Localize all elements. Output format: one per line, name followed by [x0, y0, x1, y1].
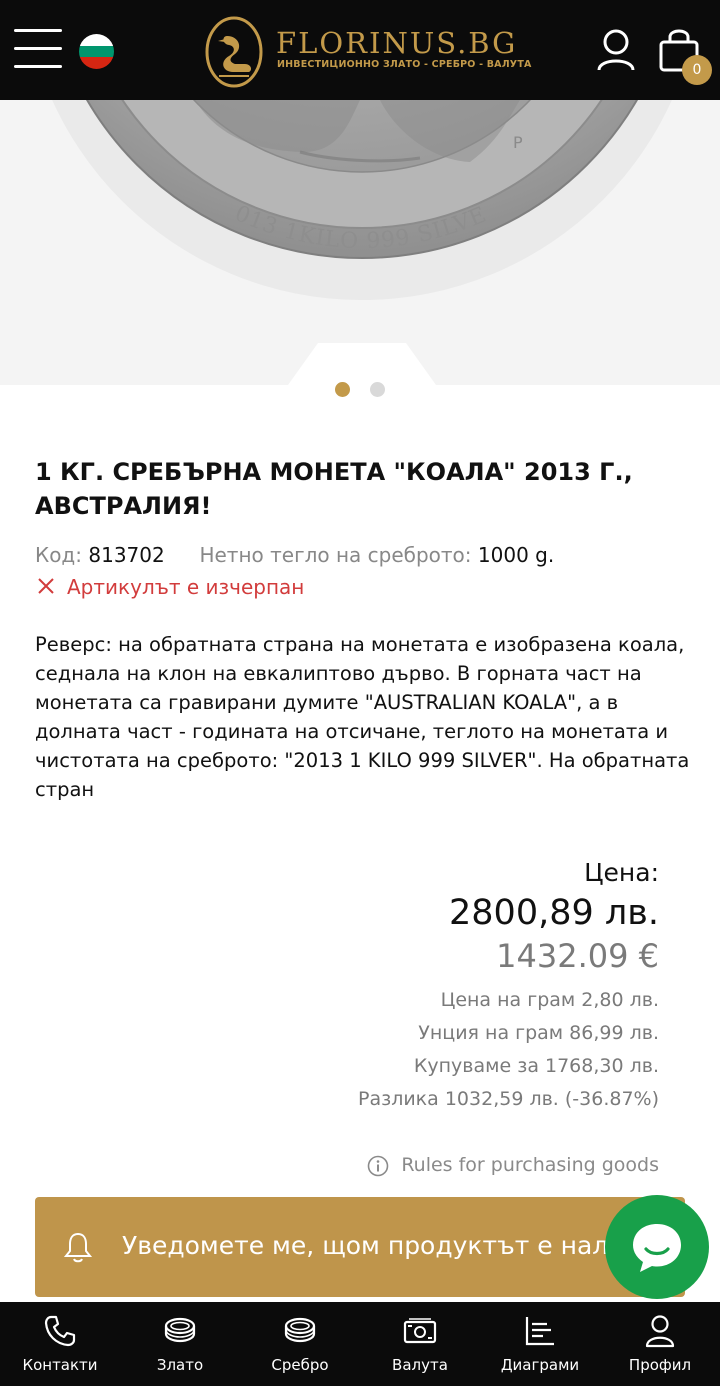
logo-text[interactable]: FLORINUS.BG: [276, 26, 517, 60]
purchase-rules-text[interactable]: Rules for purchasing goods: [401, 1154, 659, 1176]
carousel-dots-backdrop: [288, 343, 436, 427]
nav-label: Сребро: [271, 1356, 329, 1374]
price-eur: 1432.09 €: [496, 937, 659, 975]
stock-status-text: Артикулът е изчерпан: [67, 575, 305, 599]
nav-silver[interactable]: Сребро: [240, 1302, 360, 1386]
gold-coins-icon: [164, 1317, 196, 1343]
nav-label: Злато: [156, 1356, 204, 1374]
purchase-rules-link[interactable]: Rules for purchasing goods: [367, 1154, 659, 1177]
price-bgn: 2800,89 лв.: [449, 893, 659, 933]
bulgarian-flag-icon[interactable]: [79, 34, 114, 69]
nav-label: Валута: [392, 1356, 448, 1374]
nav-contacts[interactable]: Контакти: [0, 1302, 120, 1386]
logo-swan-icon[interactable]: [205, 12, 263, 88]
product-title: 1 КГ. СРЕБЪРНА МОНЕТА "КОАЛА" 2013 Г., А…: [35, 458, 633, 520]
info-icon: [368, 1155, 389, 1176]
price-difference: Разлика 1032,59 лв. (-36.87%): [357, 1088, 659, 1110]
product-description: Реверс: на обратната страна на монетата …: [35, 633, 690, 801]
nav-gold[interactable]: Злато: [120, 1302, 240, 1386]
banknote-icon: [403, 1318, 437, 1344]
carousel-dot-1[interactable]: [335, 382, 350, 397]
notify-button-label[interactable]: Уведомете ме, щом продуктът е наличен: [122, 1231, 671, 1260]
top-header: FLORINUS.BG ИНВЕСТИЦИОННО ЗЛАТО - СРЕБРО…: [0, 0, 720, 100]
nav-profile[interactable]: Профил: [600, 1302, 720, 1386]
chart-icon: [525, 1317, 554, 1346]
hamburger-menu-icon[interactable]: [14, 29, 62, 69]
chat-bubble-icon: [633, 1224, 681, 1272]
bottom-navigation: Контакти Злато Сребро Валута Диаграми Пр…: [0, 1302, 720, 1386]
stock-status: Артикулът е изчерпан: [35, 575, 304, 599]
price-block: Цена: 2800,89 лв. 1432.09 € Цена на грам…: [358, 858, 659, 1110]
code-value: 813702: [88, 543, 165, 567]
weight-label: Нетно тегло на среброто:: [199, 543, 472, 567]
mint-mark: P: [513, 133, 523, 152]
phone-icon: [44, 1315, 76, 1347]
nav-currency[interactable]: Валута: [360, 1302, 480, 1386]
nav-label: Профил: [628, 1356, 692, 1374]
buyback-price: Купуваме за 1768,30 лв.: [413, 1055, 659, 1077]
weight-value: 1000 g.: [477, 543, 555, 567]
cart-count-badge[interactable]: 0: [682, 55, 712, 85]
notify-when-available-button[interactable]: Уведомете ме, щом продуктът е наличен: [35, 1197, 685, 1297]
logo-subtitle: ИНВЕСТИЦИОННО ЗЛАТО - СРЕБРО - ВАЛУТА: [277, 59, 532, 70]
price-per-ounce: Унция на грам 86,99 лв.: [418, 1022, 659, 1044]
code-label: Код:: [35, 543, 83, 567]
user-icon: [645, 1315, 675, 1348]
carousel-dot-2[interactable]: [370, 382, 385, 397]
bell-icon: [63, 1232, 93, 1263]
nav-label: Контакти: [22, 1356, 98, 1374]
price-label: Цена:: [584, 858, 659, 887]
price-per-gram: Цена на грам 2,80 лв.: [440, 989, 659, 1011]
account-icon[interactable]: [596, 28, 636, 72]
out-of-stock-x-icon: [38, 578, 54, 594]
nav-charts[interactable]: Диаграми: [480, 1302, 600, 1386]
silver-coins-icon: [284, 1317, 316, 1343]
nav-label: Диаграми: [500, 1356, 580, 1374]
live-chat-button[interactable]: [605, 1195, 709, 1299]
product-meta: Код: 813702 Нетно тегло на среброто: 100…: [35, 543, 554, 567]
